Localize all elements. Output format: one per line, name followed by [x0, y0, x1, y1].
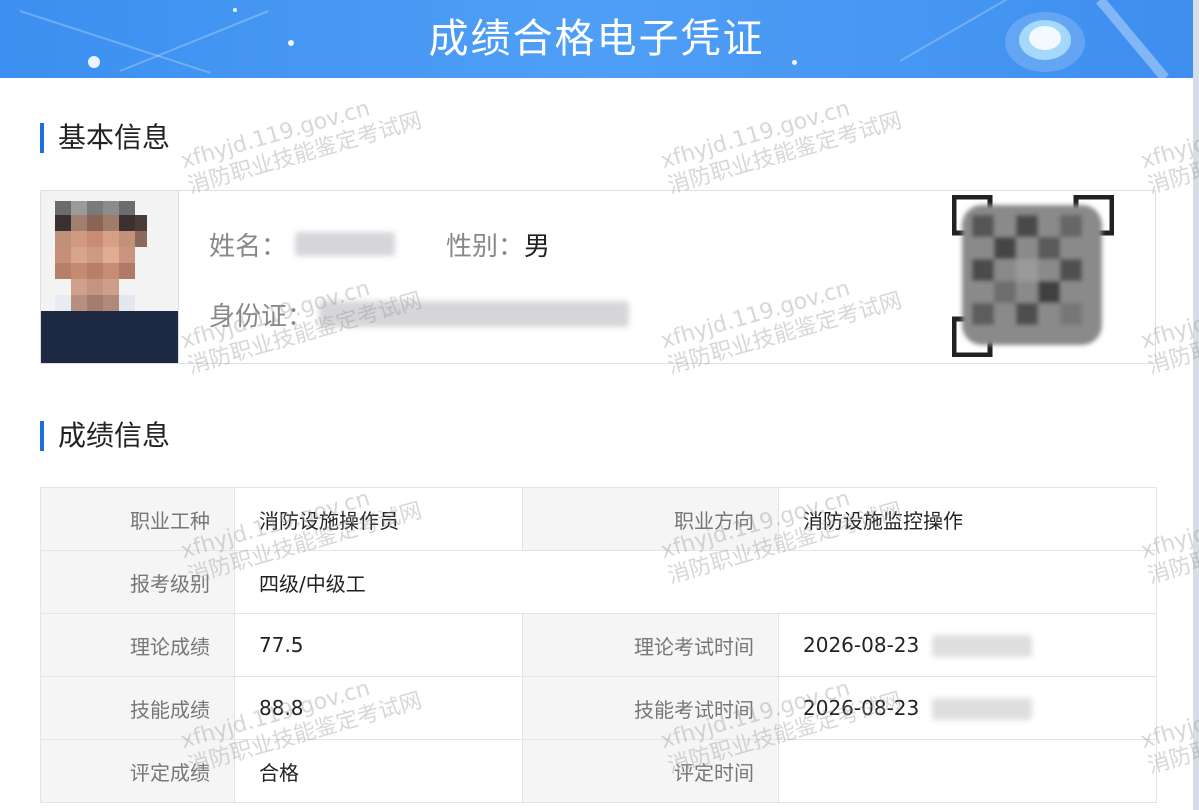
section-accent-bar — [40, 421, 44, 451]
result-value: 合格 — [234, 739, 523, 803]
watermark: xfhyjd.119.gov.cn 消防职业技能鉴定考试网 — [1138, 96, 1199, 200]
section-accent-bar — [40, 123, 44, 153]
field-value: 四级/中级工 — [234, 550, 1157, 614]
field-value-cell: 2026-08-23 — [778, 613, 1157, 677]
field-label: 评定成绩 — [40, 739, 235, 803]
section-title: 成绩信息 — [58, 419, 171, 452]
grades-table: 职业工种 消防设施操作员 职业方向 消防设施监控操作 报考级别 四级/中级工 理… — [40, 487, 1157, 803]
skill-score-value: 88.8 — [234, 676, 523, 740]
field-label: 技能成绩 — [40, 676, 235, 740]
section-title: 基本信息 — [58, 121, 171, 154]
basic-info-card: 姓名： 性别： 男 身份证： — [40, 190, 1156, 364]
name-label: 姓名： — [209, 231, 288, 262]
time-redacted — [931, 635, 1032, 658]
basic-info-heading: 基本信息 — [40, 122, 170, 154]
id-label: 身份证： — [209, 301, 314, 332]
grades-heading: 成绩信息 — [40, 420, 170, 452]
field-value: 77.5 — [234, 613, 523, 677]
field-value: 消防设施操作员 — [234, 487, 523, 551]
gender-row: 性别： 男 — [446, 227, 551, 262]
watermark: xfhyjd.119.gov.cn 消防职业技能鉴定考试网 — [658, 96, 905, 200]
gender-value: 男 — [524, 231, 551, 262]
field-label: 理论成绩 — [40, 613, 235, 677]
field-label: 职业方向 — [522, 487, 779, 551]
field-value-cell: 2026-08-23 — [778, 676, 1157, 740]
field-label: 报考级别 — [40, 550, 235, 614]
field-value — [778, 739, 1157, 803]
field-value: 消防设施监控操作 — [778, 487, 1157, 551]
id-redacted — [319, 301, 630, 327]
id-row: 身份证： — [209, 297, 630, 332]
time-redacted — [931, 698, 1032, 721]
theory-exam-date: 2026-08-23 — [803, 632, 920, 657]
scrollbar-edge — [1193, 0, 1199, 810]
qr-code-icon — [951, 194, 1115, 358]
field-label: 理论考试时间 — [522, 613, 779, 677]
gender-label: 性别： — [446, 231, 525, 262]
skill-exam-date: 2026-08-23 — [803, 695, 920, 720]
table-row: 理论成绩 77.5 理论考试时间 2026-08-23 — [40, 613, 1157, 677]
page-title: 成绩合格电子凭证 — [428, 16, 765, 62]
name-redacted — [295, 232, 396, 256]
field-label: 评定时间 — [522, 739, 779, 803]
header-banner: 成绩合格电子凭证 — [0, 0, 1193, 78]
table-row: 技能成绩 88.8 技能考试时间 2026-08-23 — [40, 676, 1157, 740]
watermark: xfhyjd.119.gov.cn 消防职业技能鉴定考试网 — [178, 96, 425, 200]
field-label: 技能考试时间 — [522, 676, 779, 740]
table-row: 评定成绩 合格 评定时间 — [40, 739, 1157, 803]
name-row: 姓名： — [209, 227, 396, 262]
table-row: 职业工种 消防设施操作员 职业方向 消防设施监控操作 — [40, 487, 1157, 551]
field-label: 职业工种 — [40, 487, 235, 551]
avatar-photo — [41, 191, 179, 363]
table-row: 报考级别 四级/中级工 — [40, 550, 1157, 614]
